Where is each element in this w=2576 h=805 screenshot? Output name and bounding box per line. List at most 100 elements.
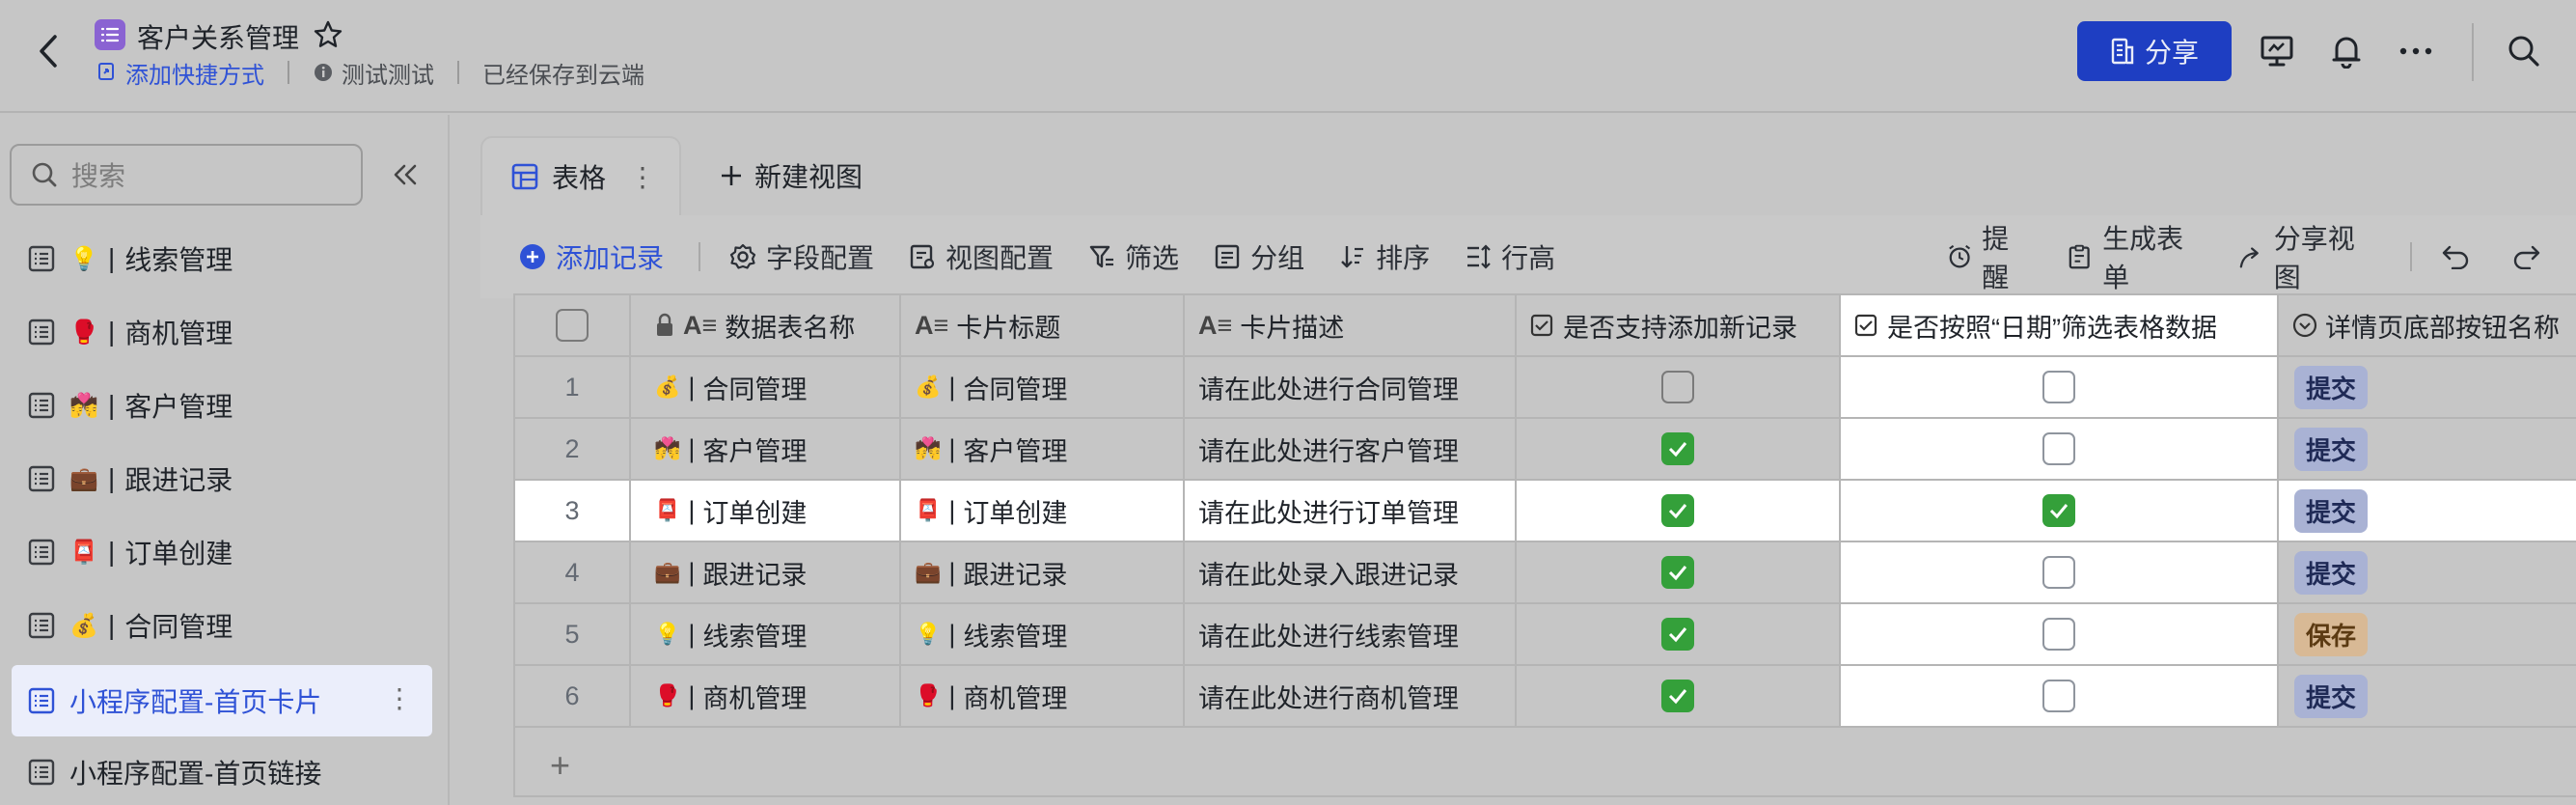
column-header-date-filter[interactable]: 是否按照“日期”筛选表格数据 <box>1841 295 2279 355</box>
add-shortcut-link[interactable]: 添加快捷方式 <box>96 56 264 90</box>
sidebar-item-orders[interactable]: 📮 | 订单创建 <box>12 516 432 588</box>
column-header-button-name[interactable]: 详情页底部按钮名称 <box>2279 295 2576 355</box>
cell-card-title[interactable]: 💰 | 合同管理 <box>901 357 1185 417</box>
checkbox-unchecked[interactable] <box>2042 556 2075 589</box>
checkbox-unchecked[interactable] <box>1661 371 1694 403</box>
cell-support-add[interactable] <box>1517 604 1841 664</box>
sidebar-item-miniapp-link[interactable]: 小程序配置-首页链接 <box>12 736 432 805</box>
item-more-icon[interactable]: ⋮ <box>386 682 413 714</box>
checkbox-unchecked[interactable] <box>2042 618 2075 651</box>
cell-support-add[interactable] <box>1517 419 1841 479</box>
present-screen-icon[interactable] <box>2258 31 2296 71</box>
sort-button[interactable]: 排序 <box>1339 237 1430 276</box>
cell-card-desc[interactable]: 请在此处进行线索管理 <box>1185 604 1517 664</box>
cell-card-title[interactable]: 📮 | 订单创建 <box>901 481 1185 541</box>
tab-more-icon[interactable]: ⋮ <box>629 161 656 193</box>
column-header-card-title[interactable]: A≡ 卡片标题 <box>901 295 1185 355</box>
table-row[interactable]: 3 📮 | 订单创建 📮 | 订单创建 请在此处进行订单管理 提交 <box>515 481 2576 542</box>
cell-support-add[interactable] <box>1517 666 1841 726</box>
sidebar-item-opportunities[interactable]: 🥊 | 商机管理 <box>12 296 432 368</box>
checkbox-checked[interactable] <box>1661 432 1694 465</box>
table-row[interactable]: 1 💰 | 合同管理 💰 | 合同管理 请在此处进行合同管理 提交 <box>515 357 2576 419</box>
more-dots-icon[interactable] <box>2397 31 2435 71</box>
cell-card-desc[interactable]: 请在此处进行合同管理 <box>1185 357 1517 417</box>
search-icon[interactable] <box>2505 31 2543 71</box>
cell-card-desc[interactable]: 请在此处进行商机管理 <box>1185 666 1517 726</box>
cell-card-title[interactable]: 💡 | 线索管理 <box>901 604 1185 664</box>
cell-date-filter[interactable] <box>1841 542 2279 602</box>
cell-support-add[interactable] <box>1517 542 1841 602</box>
cell-table-name[interactable]: 💡 | 线索管理 <box>631 604 901 664</box>
column-header-support-add[interactable]: 是否支持添加新记录 <box>1517 295 1841 355</box>
row-number: 1 <box>515 357 631 417</box>
checkbox-unchecked[interactable] <box>2042 432 2075 465</box>
cell-support-add[interactable] <box>1517 481 1841 541</box>
back-arrow-icon[interactable] <box>29 29 68 73</box>
cell-button-name[interactable]: 提交 <box>2279 666 2576 726</box>
favorite-star-icon[interactable] <box>313 19 343 50</box>
cell-date-filter[interactable] <box>1841 357 2279 417</box>
cell-card-desc[interactable]: 请在此处进行客户管理 <box>1185 419 1517 479</box>
cell-table-name[interactable]: 💼 | 跟进记录 <box>631 542 901 602</box>
checkbox-checked[interactable] <box>1661 494 1694 527</box>
cell-date-filter[interactable] <box>1841 604 2279 664</box>
checkbox-checked[interactable] <box>2042 494 2075 527</box>
redo-icon[interactable] <box>2512 244 2541 269</box>
cell-button-name[interactable]: 提交 <box>2279 542 2576 602</box>
cell-support-add[interactable] <box>1517 357 1841 417</box>
cell-button-name[interactable]: 提交 <box>2279 481 2576 541</box>
sidebar-item-followups[interactable]: 💼 | 跟进记录 <box>12 443 432 514</box>
table-row[interactable]: 4 💼 | 跟进记录 💼 | 跟进记录 请在此处录入跟进记录 提交 <box>515 542 2576 604</box>
cell-table-name[interactable]: 💏 | 客户管理 <box>631 419 901 479</box>
group-button[interactable]: 分组 <box>1214 237 1304 276</box>
new-view-button[interactable]: 新建视图 <box>720 136 863 215</box>
field-config-button[interactable]: 字段配置 <box>729 237 874 276</box>
cell-button-name[interactable]: 提交 <box>2279 419 2576 479</box>
cell-button-name[interactable]: 保存 <box>2279 604 2576 664</box>
cell-date-filter[interactable] <box>1841 419 2279 479</box>
cell-button-name[interactable]: 提交 <box>2279 357 2576 417</box>
sidebar-item-customers[interactable]: 💏 | 客户管理 <box>12 370 432 441</box>
share-button[interactable]: 分享 <box>2077 21 2232 81</box>
table-row[interactable]: 2 💏 | 客户管理 💏 | 客户管理 请在此处进行客户管理 提交 <box>515 419 2576 481</box>
select-all-checkbox-cell[interactable] <box>515 295 631 355</box>
table-row[interactable]: 5 💡 | 线索管理 💡 | 线索管理 请在此处进行线索管理 保存 <box>515 604 2576 666</box>
sidebar-item-miniapp-card[interactable]: 小程序配置-首页卡片 ⋮ <box>12 665 432 736</box>
cell-table-name[interactable]: 🥊 | 商机管理 <box>631 666 901 726</box>
sidebar-item-contracts[interactable]: 💰 | 合同管理 <box>12 590 432 661</box>
filter-button[interactable]: 筛选 <box>1088 237 1179 276</box>
select-all-checkbox[interactable] <box>556 309 589 342</box>
cell-date-filter[interactable] <box>1841 481 2279 541</box>
table-row[interactable]: 6 🥊 | 商机管理 🥊 | 商机管理 请在此处进行商机管理 提交 <box>515 666 2576 728</box>
undo-icon[interactable] <box>2441 244 2470 269</box>
sidebar-search-input[interactable]: 搜索 <box>10 144 363 206</box>
row-height-button[interactable]: 行高 <box>1465 237 1555 276</box>
tab-grid-view[interactable]: 表格 ⋮ <box>480 136 681 215</box>
add-record-button[interactable]: 添加记录 <box>519 237 664 276</box>
share-view-button[interactable]: 分享视图 <box>2238 218 2375 295</box>
generate-form-button[interactable]: 生成表单 <box>2068 218 2205 295</box>
checkbox-checked[interactable] <box>1661 556 1694 589</box>
cell-table-name[interactable]: 💰 | 合同管理 <box>631 357 901 417</box>
add-row-button[interactable]: + <box>515 734 2576 797</box>
checkbox-checked[interactable] <box>1661 618 1694 651</box>
cell-card-title[interactable]: 🥊 | 商机管理 <box>901 666 1185 726</box>
column-header-card-desc[interactable]: A≡ 卡片描述 <box>1185 295 1517 355</box>
checkbox-unchecked[interactable] <box>2042 680 2075 712</box>
view-config-button[interactable]: 视图配置 <box>909 237 1054 276</box>
sidebar-item-leads[interactable]: 💡 | 线索管理 <box>12 223 432 294</box>
checkbox-unchecked[interactable] <box>2042 371 2075 403</box>
cell-card-desc[interactable]: 请在此处进行订单管理 <box>1185 481 1517 541</box>
cell-card-title[interactable]: 💏 | 客户管理 <box>901 419 1185 479</box>
document-title[interactable]: 客户关系管理 <box>137 17 299 56</box>
cell-date-filter[interactable] <box>1841 666 2279 726</box>
cell-card-title[interactable]: 💼 | 跟进记录 <box>901 542 1185 602</box>
column-header-table-name[interactable]: A≡ 数据表名称 <box>631 295 901 355</box>
collapse-sidebar-icon[interactable] <box>386 157 425 192</box>
bell-icon[interactable] <box>2327 31 2366 71</box>
cell-table-name[interactable]: 📮 | 订单创建 <box>631 481 901 541</box>
remind-button[interactable]: 提醒 <box>1947 218 2033 295</box>
cell-card-desc[interactable]: 请在此处录入跟进记录 <box>1185 542 1517 602</box>
info-badge[interactable]: 测试测试 <box>313 56 434 90</box>
checkbox-checked[interactable] <box>1661 680 1694 712</box>
